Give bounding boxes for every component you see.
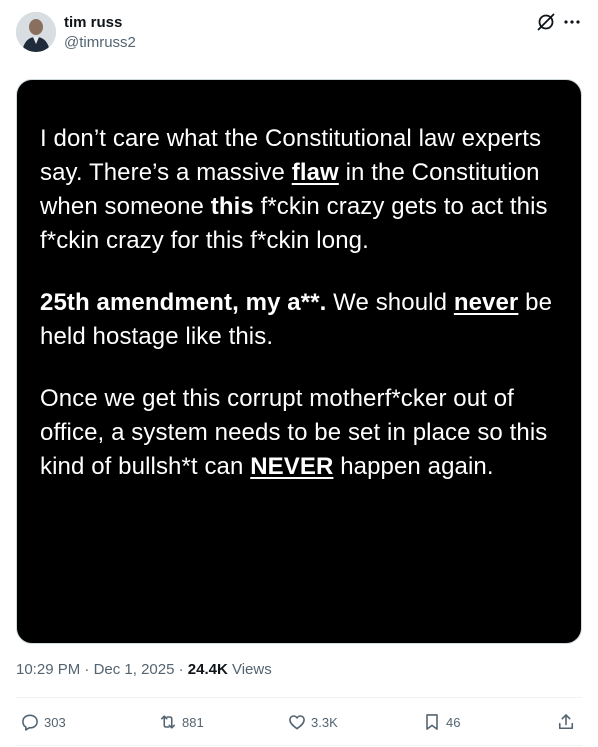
reply-icon: [22, 714, 38, 731]
tweet-media-image[interactable]: I don’t care what the Constitutional law…: [16, 79, 582, 644]
author-info: tim russ @timruss2: [64, 13, 136, 53]
like-count: 3.3K: [311, 714, 338, 730]
repost-count: 881: [182, 714, 204, 730]
bookmark-icon: [426, 714, 438, 730]
repost-icon: [160, 715, 176, 729]
tweet-time[interactable]: 10:29 PM: [16, 661, 80, 678]
grok-icon[interactable]: [536, 12, 556, 32]
share-button[interactable]: [556, 708, 580, 736]
meta-separator: ·: [174, 661, 188, 678]
display-name[interactable]: tim russ: [64, 13, 136, 33]
views-label: Views: [227, 661, 272, 678]
reply-button[interactable]: 303: [20, 708, 66, 736]
emphasis-never: never: [453, 289, 519, 316]
emphasis-25th-amendment: 25th amendment, my a**.: [40, 289, 327, 316]
meta-separator: ·: [80, 661, 94, 678]
avatar[interactable]: [16, 12, 56, 52]
heart-icon: [289, 715, 305, 730]
media-paragraph-2: 25th amendment, my a**. We should never …: [40, 286, 570, 354]
divider: [16, 697, 582, 698]
media-text-span: happen again.: [333, 453, 494, 480]
repost-button[interactable]: 881: [158, 708, 204, 736]
bookmark-button[interactable]: 46: [422, 708, 460, 736]
reply-count: 303: [44, 714, 66, 730]
media-paragraph-3: Once we get this corrupt motherf*cker ou…: [40, 382, 570, 484]
views-count: 24.4K: [187, 661, 228, 678]
divider: [16, 745, 582, 746]
more-options-icon[interactable]: [562, 12, 582, 32]
user-handle[interactable]: @timruss2: [64, 33, 136, 53]
media-text-span: We should: [326, 289, 454, 316]
like-button[interactable]: 3.3K: [287, 708, 338, 736]
action-bar: 303 881 3.3K 46: [16, 708, 582, 736]
emphasis-flaw: flaw: [291, 159, 339, 186]
tweet-header: tim russ @timruss2: [16, 10, 582, 54]
tweet-meta: 10:29 PM · Dec 1, 2025 · 24.4K Views: [16, 660, 272, 680]
emphasis-never-caps: NEVER: [250, 453, 334, 480]
media-text: I don’t care what the Constitutional law…: [40, 122, 570, 512]
emphasis-this: this: [210, 193, 254, 220]
bookmark-count: 46: [446, 714, 461, 730]
tweet-date[interactable]: Dec 1, 2025: [94, 661, 175, 678]
share-icon: [558, 714, 574, 730]
media-paragraph-1: I don’t care what the Constitutional law…: [40, 122, 570, 258]
